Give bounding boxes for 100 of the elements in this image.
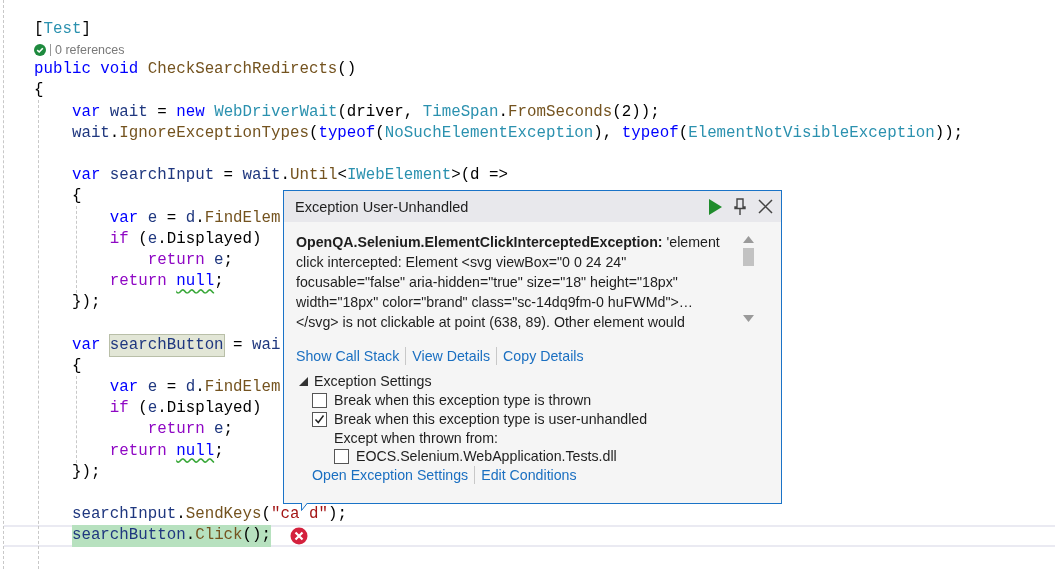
keyword-text: null xyxy=(176,271,215,293)
variable-text: wait xyxy=(242,165,281,187)
code-text: )); xyxy=(934,122,964,144)
module-label: EOCS.Selenium.WebApplication.Tests.dll xyxy=(356,448,617,464)
pin-icon[interactable] xyxy=(734,198,746,215)
action-link[interactable]: Edit Conditions xyxy=(481,467,577,483)
except-label: Except when thrown from: xyxy=(334,430,499,446)
code-text: . xyxy=(498,101,509,123)
code-text: .Displayed) xyxy=(157,228,262,250)
method-name-text: FromSeconds xyxy=(508,101,613,123)
type-name-text: WebDriverWait xyxy=(213,101,338,123)
method-name-text: Until xyxy=(290,165,338,187)
code-text: = xyxy=(222,165,235,187)
variable-text: searchButton xyxy=(71,525,186,547)
code-text: }); xyxy=(70,292,101,314)
variable-text: searchButton xyxy=(109,334,224,356)
code-text: ; xyxy=(214,440,224,462)
keyword-text: var xyxy=(70,165,101,187)
variable-text: searchInput xyxy=(70,504,177,526)
variable-text: e xyxy=(146,207,158,229)
checkbox[interactable] xyxy=(312,392,327,408)
keyword-text: var xyxy=(108,207,139,229)
action-link[interactable]: Open Exception Settings xyxy=(312,467,469,483)
code-text: { xyxy=(70,355,82,377)
code-text: () xyxy=(337,59,357,81)
code-text: ( xyxy=(308,122,319,144)
variable-text: wait xyxy=(70,122,110,144)
code-text: { xyxy=(70,186,82,208)
code-text: ( xyxy=(137,228,148,250)
code-text: >(d => xyxy=(451,165,509,187)
code-text: { xyxy=(34,80,44,102)
variable-text: wait xyxy=(108,101,148,123)
settings-heading: Exception Settings xyxy=(314,373,432,389)
check-circle-icon[interactable] xyxy=(34,43,46,56)
keyword-text: return xyxy=(108,440,168,462)
code-text: ( xyxy=(375,122,385,144)
type-name-text: TimeSpan xyxy=(422,101,499,123)
variable-text: e xyxy=(147,228,158,250)
code-text: ; xyxy=(214,271,224,293)
keyword-text: var xyxy=(70,334,102,356)
keyword-text: null xyxy=(176,440,215,462)
action-link[interactable]: Show Call Stack xyxy=(296,348,400,364)
keyword-text: new xyxy=(176,101,205,123)
close-icon[interactable] xyxy=(758,199,773,214)
code-text: ( xyxy=(137,398,148,420)
continue-icon[interactable] xyxy=(708,198,722,215)
code-text: ; xyxy=(223,419,234,441)
references-link[interactable]: 0 references xyxy=(55,42,125,57)
method-name-text: FindElem xyxy=(204,377,281,398)
checkbox[interactable] xyxy=(334,448,349,464)
code-text: (driver, xyxy=(337,101,415,123)
scroll-down-icon[interactable] xyxy=(742,315,754,322)
variable-text: e xyxy=(147,398,158,420)
checkbox[interactable] xyxy=(312,411,327,427)
code-text: . xyxy=(195,207,205,229)
code-text: .Displayed) xyxy=(157,398,262,420)
variable-text: e xyxy=(146,377,158,398)
keyword-text: return xyxy=(146,249,205,271)
checkbox-label: Break when this exception type is user-unhandled xyxy=(334,411,648,427)
code-text: ; xyxy=(223,249,234,271)
variable-text: e xyxy=(213,419,224,441)
action-link[interactable]: Copy Details xyxy=(503,348,584,364)
code-text: ] xyxy=(81,19,91,40)
method-name-text: CheckSearchRedirects xyxy=(146,59,338,81)
code-text: . xyxy=(280,165,290,187)
keyword-text: return xyxy=(108,271,168,293)
code-text: . xyxy=(176,504,186,526)
exception-message: OpenQA.Selenium.ElementClickInterceptedException: 'element click intercepted: Element <svg viewBox="0 0 24 24" focusable="false" aria-hidden="true" size="18" height="18px" width="18px" color="brand" class="sc-14dq9fm-0 huFWMd">…</svg> is not clickable at point (638, 89). Other element would xyxy=(296,233,721,332)
type-name-text: NoSuchElementException xyxy=(384,122,594,144)
code-text: < xyxy=(337,165,347,187)
variable-text: d xyxy=(185,377,196,398)
expand-triangle-icon[interactable] xyxy=(299,376,308,386)
keyword-text: typeof xyxy=(621,122,679,144)
keyword-text: return xyxy=(146,419,205,441)
method-name-text: FindElem xyxy=(204,207,281,229)
method-name-text: IgnoreExceptionTypes xyxy=(119,122,309,144)
code-text: = xyxy=(165,377,178,398)
variable-text: e xyxy=(213,249,224,271)
variable-text: searchInput xyxy=(108,165,215,187)
popup-title: Exception User-Unhandled xyxy=(295,198,470,215)
code-text: = xyxy=(165,207,178,229)
code-text: [ xyxy=(34,19,44,40)
code-text: ); xyxy=(327,504,347,526)
code-text: (2)); xyxy=(612,101,660,123)
code-text: ( xyxy=(678,122,689,144)
method-name-text: Click xyxy=(195,525,243,547)
keyword-text: typeof xyxy=(318,122,376,144)
type-name-text: IWebElement xyxy=(346,165,452,187)
error-icon xyxy=(290,526,309,545)
type-name-text: Test xyxy=(43,19,82,40)
scrollbar-thumb[interactable] xyxy=(742,248,754,266)
string-text: "ca xyxy=(271,504,300,526)
keyword-text: public void xyxy=(34,59,139,81)
keyword-text: var xyxy=(70,101,101,123)
string-text: d" xyxy=(308,504,328,526)
scroll-up-icon[interactable] xyxy=(742,236,754,243)
code-text: . xyxy=(185,525,196,547)
code-text: . xyxy=(109,122,120,144)
action-link[interactable]: View Details xyxy=(412,348,491,364)
keyword-text: var xyxy=(108,377,139,398)
